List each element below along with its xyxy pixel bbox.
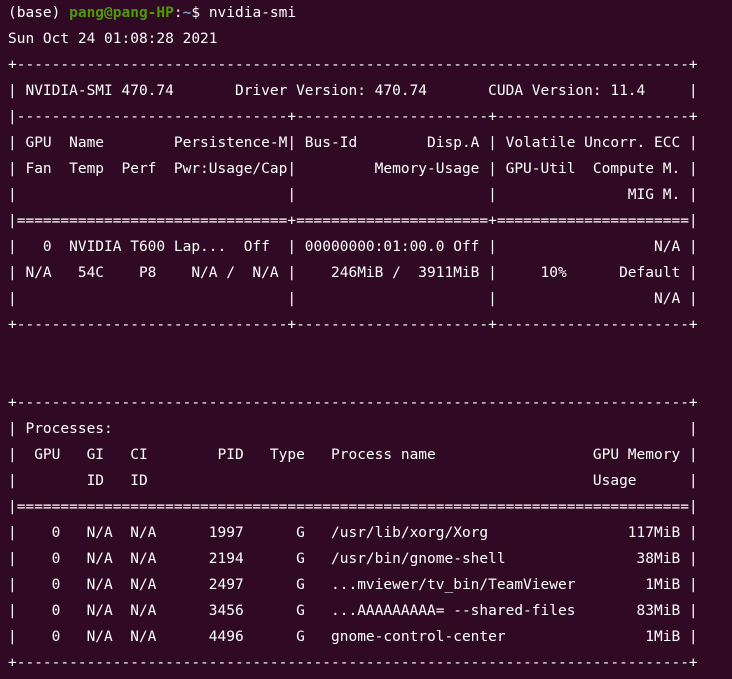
output-line: | GPU GI CI PID Type Process name GPU Me… bbox=[8, 447, 698, 463]
terminal-window[interactable]: (base) pang@pang-HP:~$ nvidia-smi Sun Oc… bbox=[0, 0, 732, 679]
output-line: | | | N/A | bbox=[8, 291, 698, 307]
output-line: | 0 NVIDIA T600 Lap... Off | 00000000:01… bbox=[8, 239, 698, 255]
output-line: Sun Oct 24 01:08:28 2021 bbox=[8, 31, 218, 47]
prompt-symbol: $ bbox=[191, 5, 209, 21]
output-line: |-------------------------------+-------… bbox=[8, 109, 698, 125]
output-line: | | | MIG M. | bbox=[8, 187, 698, 203]
prompt-user-host: pang@pang-HP bbox=[69, 5, 174, 21]
output-line: | Fan Temp Perf Pwr:Usage/Cap| Memory-Us… bbox=[8, 161, 698, 177]
output-line: | 0 N/A N/A 4496 G gnome-control-center … bbox=[8, 629, 698, 645]
output-line: +---------------------------------------… bbox=[8, 655, 698, 671]
output-line: +---------------------------------------… bbox=[8, 395, 698, 411]
output-line: | N/A 54C P8 N/A / N/A | 246MiB / 3911Mi… bbox=[8, 265, 698, 281]
output-line: | 0 N/A N/A 1997 G /usr/lib/xorg/Xorg 11… bbox=[8, 525, 698, 541]
output-line: | Processes: | bbox=[8, 421, 698, 437]
output-line: |=======================================… bbox=[8, 499, 698, 515]
command-text: nvidia-smi bbox=[208, 5, 297, 21]
output-line: | 0 N/A N/A 2497 G ...mviewer/tv_bin/Tea… bbox=[8, 577, 698, 593]
command-output: Sun Oct 24 01:08:28 2021 +---------------… bbox=[8, 30, 732, 679]
output-line: |===============================+=======… bbox=[8, 213, 698, 229]
output-line: | 0 N/A N/A 2194 G /usr/bin/gnome-shell … bbox=[8, 551, 698, 567]
output-line: +---------------------------------------… bbox=[8, 57, 698, 73]
command-line: (base) pang@pang-HP:~$ nvidia-smi bbox=[8, 4, 732, 30]
output-line: | GPU Name Persistence-M| Bus-Id Disp.A … bbox=[8, 135, 698, 151]
output-line: | ID ID Usage | bbox=[8, 473, 698, 489]
output-line: | 0 N/A N/A 3456 G ...AAAAAAAAA= --share… bbox=[8, 603, 698, 619]
output-line: +-------------------------------+-------… bbox=[8, 317, 698, 333]
conda-env-label: (base) bbox=[8, 5, 70, 21]
prompt-separator: : bbox=[173, 5, 183, 21]
output-line: | NVIDIA-SMI 470.74 Driver Version: 470.… bbox=[8, 83, 698, 99]
